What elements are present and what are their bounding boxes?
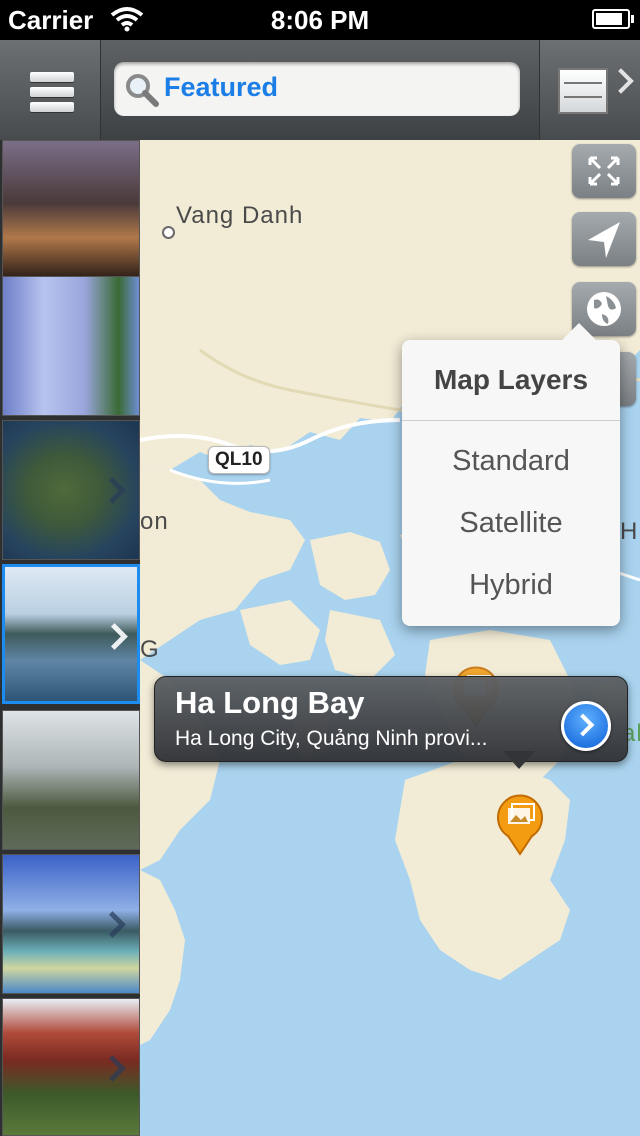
map-label-fragment-g: G [140,636,160,663]
thumbnail-hotel-night[interactable] [2,140,140,280]
chevron-right-icon [99,1055,126,1082]
thumbnail-temple-gate[interactable] [2,710,140,850]
chevron-right-icon [99,911,126,938]
road-shield-ql10: QL10 [208,446,270,474]
callout-title: Ha Long Bay [175,685,365,720]
thumbnail-list[interactable] [0,140,140,1136]
search-scope-label: Featured [164,72,279,102]
list-view-icon [558,68,608,114]
map-label-vang-danh: Vang Danh [176,202,304,229]
town-marker [162,226,175,239]
locate-button[interactable] [572,212,636,266]
map-layer-option-standard[interactable]: Standard [402,430,620,492]
disclosure-button[interactable] [561,701,611,751]
map-layers-title: Map Layers [402,340,620,421]
chevron-right-icon [608,68,634,94]
fullscreen-icon [588,156,620,186]
chevron-right-icon [99,477,126,504]
map-view[interactable]: Vang Danh QL10 on G H alon [140,140,640,1136]
list-view-button[interactable] [539,40,640,140]
photo-pin-icon[interactable] [496,794,544,856]
search-icon [124,72,160,113]
clock: 8:06 PM [270,5,370,35]
thumbnail-citadel[interactable] [2,998,140,1136]
chevron-right-icon [101,623,128,650]
thumbnail-hotel-tower[interactable] [2,276,140,416]
callout-subtitle: Ha Long City, Quảng Ninh provi... [175,727,488,750]
thumbnail-coast-beach[interactable] [2,854,140,994]
location-callout[interactable]: Ha Long Bay Ha Long City, Quảng Ninh pro… [154,676,628,769]
status-bar: Carrier 8:06 PM [0,0,640,40]
map-label-fragment-h: H [620,518,639,545]
map-terrain [140,140,640,1136]
thumbnail-ha-long-bay[interactable] [2,564,140,704]
fullscreen-button[interactable] [572,144,636,198]
disclosure-icon [571,713,595,737]
menu-button[interactable] [0,40,101,140]
search-field[interactable]: Featured [114,62,520,116]
battery-icon [592,9,634,29]
map-layer-option-satellite[interactable]: Satellite [402,492,620,554]
locate-icon [588,222,620,258]
map-layer-option-hybrid[interactable]: Hybrid [402,554,620,616]
navigation-bar: Featured [0,40,640,141]
map-label-fragment-on: on [140,508,169,535]
map-layers-popover: Map Layers Standard Satellite Hybrid [402,323,620,626]
thumbnail-island-aerial[interactable] [2,420,140,560]
